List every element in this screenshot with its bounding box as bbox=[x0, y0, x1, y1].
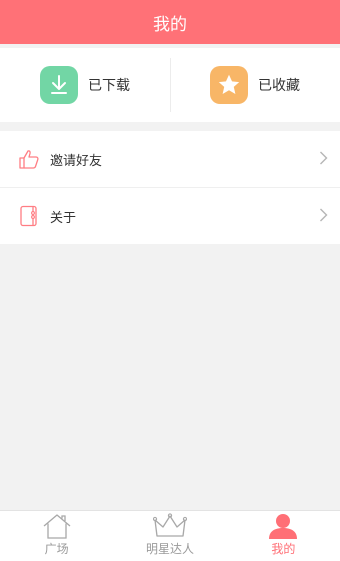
tab-plaza[interactable]: 广场 bbox=[0, 511, 113, 561]
menu-item-about[interactable]: 关于 bbox=[0, 188, 340, 244]
downloaded-button[interactable]: 已下载 bbox=[0, 48, 170, 122]
tab-mine[interactable]: 我的 bbox=[227, 511, 340, 561]
chevron-right-icon bbox=[320, 208, 328, 222]
star-icon bbox=[210, 66, 248, 104]
download-icon bbox=[40, 66, 78, 104]
menu-item-label: 邀请好友 bbox=[50, 153, 103, 169]
menu-item-label: 关于 bbox=[50, 210, 77, 226]
notebook-icon bbox=[16, 203, 42, 229]
stats-divider bbox=[170, 58, 171, 112]
crown-icon bbox=[152, 513, 187, 537]
tab-label: 明星达人 bbox=[145, 542, 194, 556]
chevron-right-icon bbox=[320, 151, 328, 165]
tab-star-experts[interactable]: 明星达人 bbox=[113, 511, 226, 561]
thumbs-up-icon bbox=[16, 146, 42, 172]
header-bar: 我的 bbox=[0, 0, 340, 44]
stats-panel: 已下载 已收藏 bbox=[0, 48, 340, 122]
menu-list: 邀请好友 关于 bbox=[0, 131, 340, 244]
person-icon bbox=[269, 514, 298, 539]
tab-label: 我的 bbox=[271, 542, 296, 556]
bottom-tab-bar: 广场 明星达人 我的 bbox=[0, 510, 340, 561]
page-title: 我的 bbox=[153, 14, 187, 35]
downloaded-label: 已下载 bbox=[88, 78, 130, 94]
tab-label: 广场 bbox=[44, 542, 69, 556]
menu-item-invite[interactable]: 邀请好友 bbox=[0, 131, 340, 188]
favorited-label: 已收藏 bbox=[258, 78, 300, 94]
house-icon bbox=[43, 514, 71, 539]
favorited-button[interactable]: 已收藏 bbox=[170, 48, 340, 122]
